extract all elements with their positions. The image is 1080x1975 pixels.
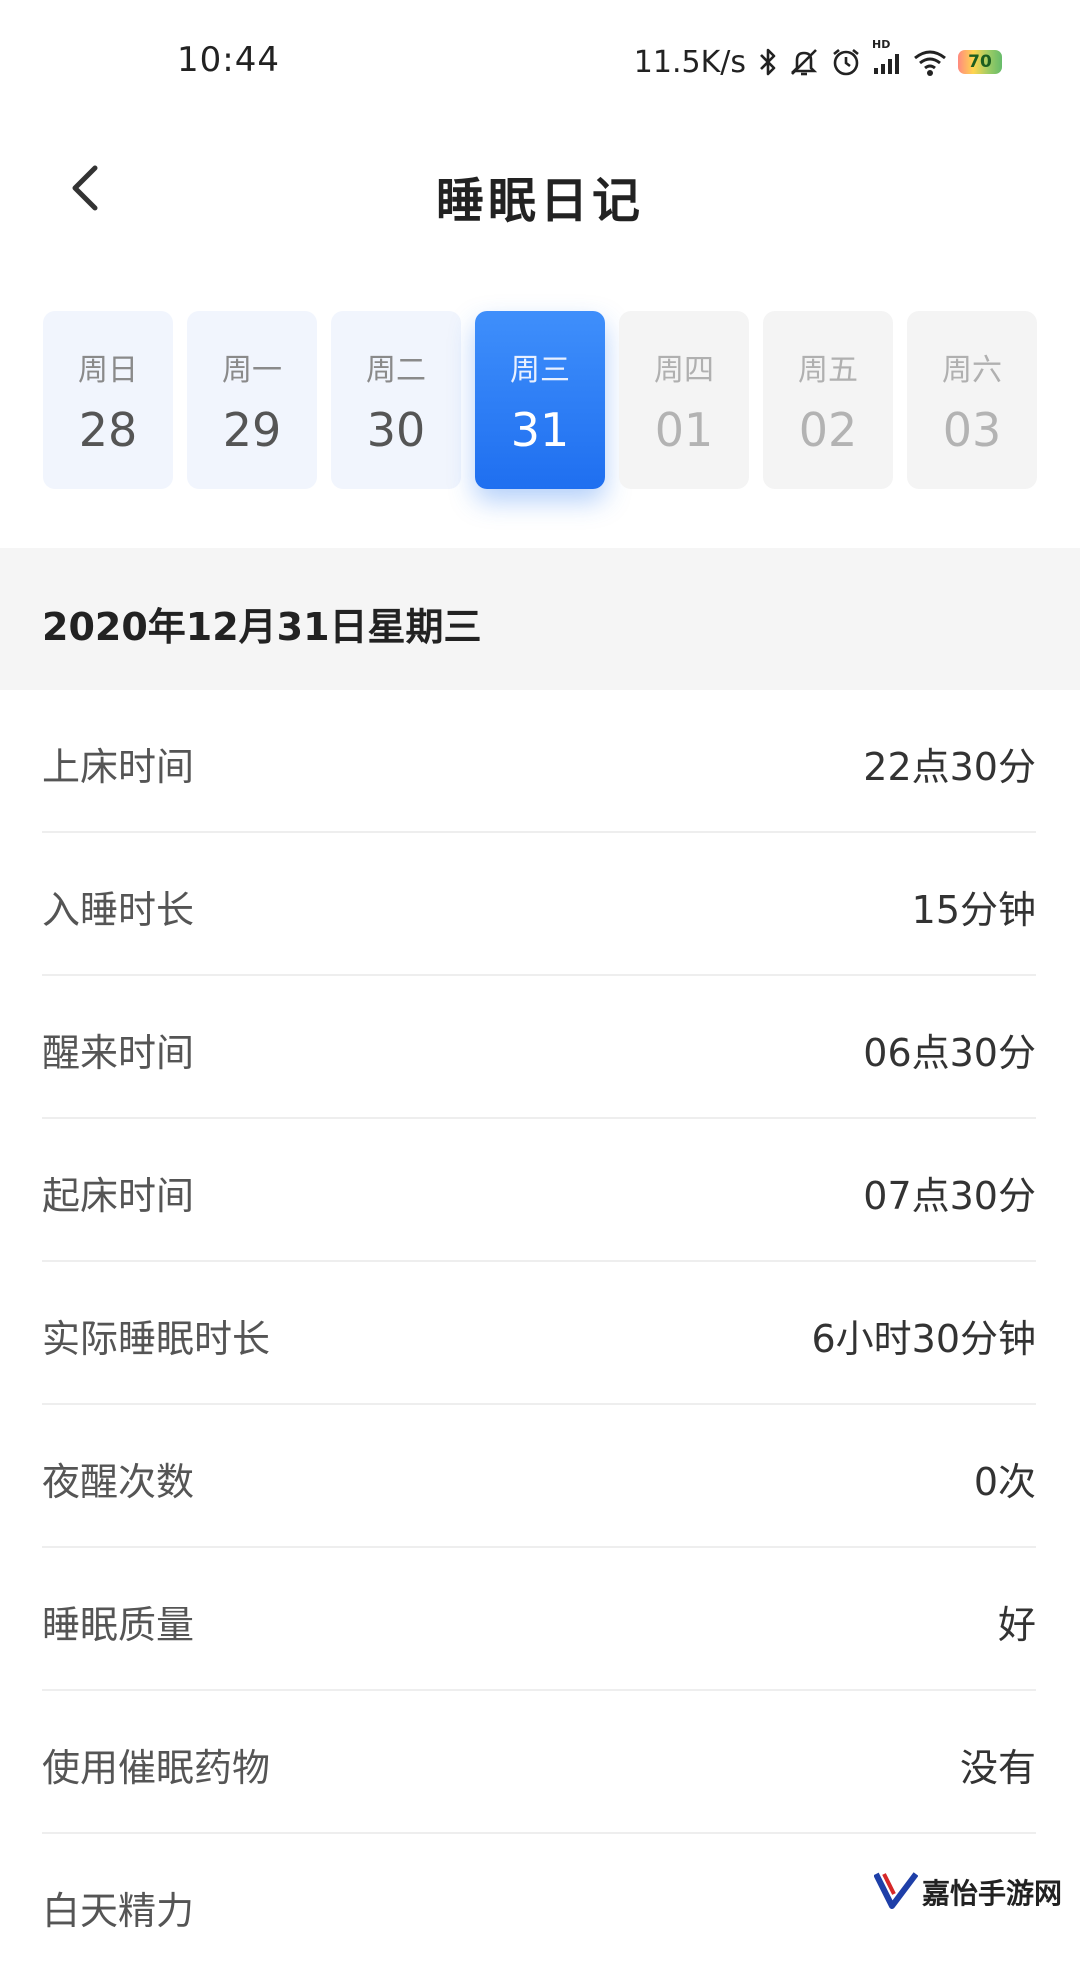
row-value: 0次 <box>973 1460 1036 1504</box>
record-row-night-wakings[interactable]: 夜醒次数 0次 <box>42 1405 1036 1548</box>
sleep-record-list: 上床时间 22点30分 入睡时长 15分钟 醒来时间 06点30分 起床时间 0… <box>42 690 1036 1975</box>
row-label: 白天精力 <box>42 1889 195 1933</box>
row-label: 睡眠质量 <box>42 1603 195 1647</box>
day-weekday: 周六 <box>942 353 1002 388</box>
day-date: 29 <box>222 403 282 457</box>
row-label: 使用催眠药物 <box>42 1746 271 1790</box>
network-speed: 11.5K/s <box>633 44 746 80</box>
day-date: 31 <box>510 403 570 457</box>
record-row-getup-time[interactable]: 起床时间 07点30分 <box>42 1119 1036 1262</box>
row-value: 22点30分 <box>863 745 1036 789</box>
row-label: 上床时间 <box>42 745 195 789</box>
day-weekday: 周五 <box>798 353 858 388</box>
day-card-wed-selected[interactable]: 周三 31 <box>475 311 605 489</box>
watermark-text: 嘉怡手游网 <box>922 1877 1063 1910</box>
status-bar: 10:44 11.5K/s HD 70 <box>0 0 1080 125</box>
day-card-thu[interactable]: 周四 01 <box>619 311 749 489</box>
row-label: 入睡时长 <box>42 888 195 932</box>
nav-bar: 睡眠日记 <box>0 125 1080 255</box>
network-badge: HD <box>872 38 891 51</box>
battery-level: 70 <box>968 52 992 72</box>
battery-icon: 70 <box>958 50 1002 74</box>
wifi-icon <box>912 46 948 78</box>
mute-icon <box>788 46 820 78</box>
row-value: 好 <box>997 1603 1036 1647</box>
day-card-fri[interactable]: 周五 02 <box>763 311 893 489</box>
day-card-tue[interactable]: 周二 30 <box>331 311 461 489</box>
status-icons: 11.5K/s HD 70 <box>633 38 1002 82</box>
selected-date: 2020年12月31日星期三 <box>42 605 482 649</box>
row-label: 起床时间 <box>42 1174 195 1218</box>
day-date: 02 <box>798 403 858 457</box>
watermark: 嘉怡手游网 <box>873 1866 1074 1918</box>
day-date: 01 <box>654 403 714 457</box>
day-weekday: 周日 <box>78 353 138 388</box>
day-card-sat[interactable]: 周六 03 <box>907 311 1037 489</box>
record-row-sleep-quality[interactable]: 睡眠质量 好 <box>42 1548 1036 1691</box>
record-row-sleep-latency[interactable]: 入睡时长 15分钟 <box>42 833 1036 976</box>
record-row-sleep-medication[interactable]: 使用催眠药物 没有 <box>42 1691 1036 1834</box>
day-card-sun[interactable]: 周日 28 <box>43 311 173 489</box>
day-weekday: 周三 <box>510 353 570 388</box>
row-label: 实际睡眠时长 <box>42 1317 271 1361</box>
day-date: 30 <box>366 403 426 457</box>
row-value: 6小时30分钟 <box>811 1317 1036 1361</box>
row-value: 15分钟 <box>911 888 1036 932</box>
page-title: 睡眠日记 <box>435 173 644 229</box>
row-label: 夜醒次数 <box>42 1460 195 1504</box>
record-row-bedtime[interactable]: 上床时间 22点30分 <box>42 690 1036 833</box>
record-row-actual-sleep[interactable]: 实际睡眠时长 6小时30分钟 <box>42 1262 1036 1405</box>
bluetooth-icon <box>758 46 778 78</box>
day-card-mon[interactable]: 周一 29 <box>187 311 317 489</box>
day-date: 03 <box>942 403 1002 457</box>
signal-icon: HD <box>872 38 902 78</box>
day-date: 28 <box>78 403 138 457</box>
date-header: 2020年12月31日星期三 <box>0 548 1080 690</box>
v-logo-icon <box>873 1870 919 1914</box>
row-value: 没有 <box>959 1746 1036 1790</box>
alarm-icon <box>830 46 862 78</box>
row-value: 07点30分 <box>863 1174 1036 1218</box>
row-label: 醒来时间 <box>42 1031 195 1075</box>
record-row-wake-time[interactable]: 醒来时间 06点30分 <box>42 976 1036 1119</box>
week-selector: 周日 28 周一 29 周二 30 周三 31 周四 01 周五 02 周六 0… <box>43 311 1037 489</box>
status-time: 10:44 <box>177 40 280 80</box>
row-value: 06点30分 <box>863 1031 1036 1075</box>
day-weekday: 周四 <box>654 353 714 388</box>
day-weekday: 周一 <box>222 353 282 388</box>
day-weekday: 周二 <box>366 353 426 388</box>
